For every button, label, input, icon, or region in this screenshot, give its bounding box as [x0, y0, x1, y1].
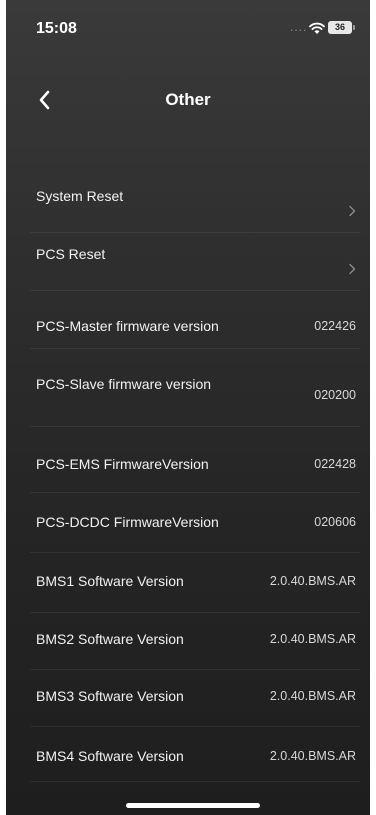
system-reset-row[interactable]: System Reset — [30, 176, 360, 233]
row-value: 022426 — [314, 319, 356, 333]
bms3-software-row: BMS3 Software Version 2.0.40.BMS.AR — [30, 674, 360, 727]
signal-icon: .... — [290, 20, 308, 34]
pcs-dcdc-firmware-row: PCS-DCDC FirmwareVersion 020606 — [30, 500, 360, 553]
row-label: BMS3 Software Version — [36, 688, 184, 704]
row-label: BMS4 Software Version — [36, 748, 184, 764]
row-value: 2.0.40.BMS.AR — [269, 689, 356, 703]
row-value: 020200 — [314, 388, 356, 402]
pcs-master-firmware-row: PCS-Master firmware version 022426 — [30, 300, 360, 349]
battery-tip — [353, 25, 355, 30]
status-time: 15:08 — [36, 20, 77, 37]
page-title: Other — [165, 90, 211, 109]
row-label: PCS-EMS FirmwareVersion — [36, 456, 209, 472]
row-value: 2.0.40.BMS.AR — [269, 574, 356, 588]
bms2-software-row: BMS2 Software Version 2.0.40.BMS.AR — [30, 617, 360, 670]
bms4-software-row: BMS4 Software Version 2.0.40.BMS.AR — [30, 731, 360, 782]
chevron-right-icon — [349, 205, 356, 217]
row-label: PCS-Master firmware version — [36, 318, 219, 334]
status-bar: 15:08 .... 36 — [6, 0, 370, 54]
bms1-software-row: BMS1 Software Version 2.0.40.BMS.AR — [30, 560, 360, 613]
system-reset-label: System Reset — [36, 188, 124, 204]
row-label: BMS1 Software Version — [36, 573, 184, 589]
app-screen: 15:08 .... 36 Other System Reset PCS Res… — [6, 0, 370, 815]
home-indicator[interactable] — [126, 803, 260, 808]
battery-icon: 36 — [328, 21, 352, 34]
pcs-slave-firmware-row: PCS-Slave firmware version 020200 — [30, 362, 360, 427]
row-label: PCS-Slave firmware version — [36, 376, 212, 392]
chevron-right-icon — [349, 263, 356, 275]
navigation-bar: Other — [6, 80, 370, 120]
pcs-ems-firmware-row: PCS-EMS FirmwareVersion 022428 — [30, 440, 360, 493]
row-value: 2.0.40.BMS.AR — [269, 632, 356, 646]
row-value: 020606 — [314, 515, 356, 529]
wifi-icon — [309, 22, 325, 34]
row-label: PCS-DCDC FirmwareVersion — [36, 514, 219, 530]
pcs-reset-label: PCS Reset — [36, 246, 106, 262]
row-value: 2.0.40.BMS.AR — [269, 749, 356, 763]
row-label: BMS2 Software Version — [36, 631, 184, 647]
pcs-reset-row[interactable]: PCS Reset — [30, 234, 360, 291]
row-value: 022428 — [314, 457, 356, 471]
